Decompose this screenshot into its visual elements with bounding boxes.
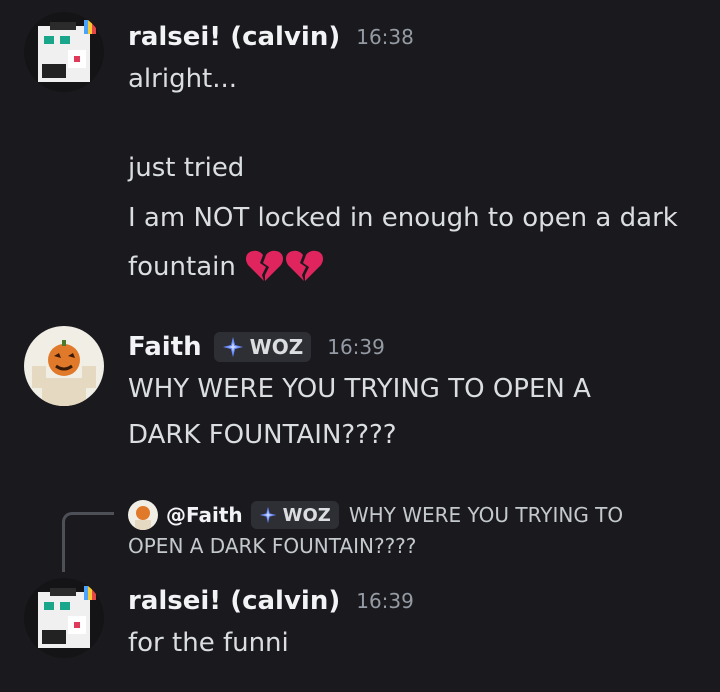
reply-username[interactable]: @Faith [166, 503, 243, 527]
timestamp: 16:39 [356, 589, 414, 613]
message-line: DARK FOUNTAIN???? [128, 420, 397, 450]
guild-tag-label: WOZ [282, 504, 331, 526]
reply-text[interactable]: OPEN A DARK FOUNTAIN???? [128, 534, 416, 558]
timestamp: 16:38 [356, 25, 414, 49]
reply-connector [62, 512, 114, 572]
guild-tag[interactable]: WOZ [250, 501, 339, 529]
guild-tag[interactable]: WOZ [213, 332, 312, 362]
ralsei-avatar-icon [24, 578, 104, 658]
message-line-with-emoji: fountain [128, 249, 324, 285]
reply-preview[interactable]: @Faith WOZ WHY WERE YOU TRYING TO [128, 500, 623, 530]
guild-tag-label: WOZ [249, 335, 304, 359]
username[interactable]: ralsei! (calvin) [128, 22, 340, 52]
avatar[interactable] [24, 578, 104, 658]
reply-avatar[interactable] [128, 500, 158, 530]
avatar[interactable] [24, 326, 104, 406]
message-line: I am NOT locked in enough to open a dark [128, 203, 678, 233]
message-line: alright... [128, 64, 238, 94]
broken-heart-icon [244, 249, 324, 285]
username[interactable]: ralsei! (calvin) [128, 586, 340, 616]
timestamp: 16:39 [327, 335, 385, 359]
message-line: for the funni [128, 628, 289, 658]
message-line: just tried [128, 153, 245, 183]
ralsei-avatar-icon [24, 12, 104, 92]
message-line: fountain [128, 252, 236, 282]
reply-text[interactable]: WHY WERE YOU TRYING TO [349, 503, 623, 527]
username[interactable]: Faith [128, 332, 202, 362]
sparkle-icon [259, 506, 276, 524]
pumpkin-avatar-icon [24, 326, 104, 406]
avatar[interactable] [24, 12, 104, 92]
pumpkin-avatar-icon [128, 500, 158, 530]
sparkle-icon [222, 337, 243, 357]
message-line: WHY WERE YOU TRYING TO OPEN A [128, 374, 591, 404]
